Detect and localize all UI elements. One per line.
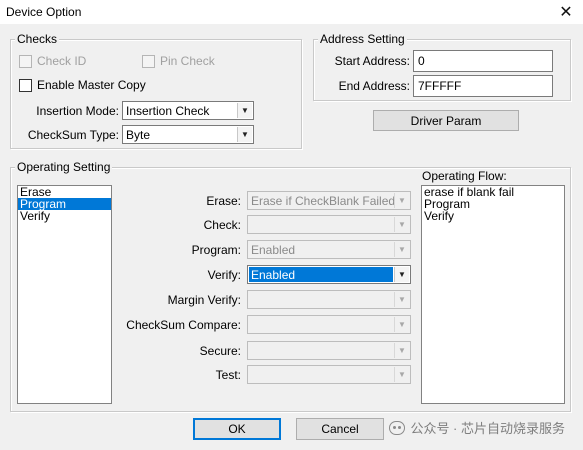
test-select[interactable]: ▼ [247, 365, 411, 384]
verify-value: Enabled [249, 267, 393, 282]
verify-select[interactable]: Enabled ▼ [247, 265, 411, 284]
chevron-down-icon: ▼ [394, 217, 409, 232]
margin-verify-select[interactable]: ▼ [247, 290, 411, 309]
pin-check-box [142, 54, 155, 68]
check-label: Check: [203, 218, 241, 232]
pin-check-checkbox[interactable]: Pin Check [142, 54, 215, 68]
program-label: Program: [191, 243, 241, 257]
pin-check-label: Pin Check [160, 54, 215, 68]
checksum-compare-label: CheckSum Compare: [126, 318, 241, 332]
check-id-label: Check ID [37, 54, 87, 68]
checks-group-title: Checks [15, 32, 60, 46]
chevron-down-icon: ▼ [394, 267, 409, 282]
margin-verify-label: Margin Verify: [167, 293, 241, 307]
wechat-icon [389, 420, 406, 435]
operating-flow-title: Operating Flow: [422, 169, 507, 183]
enable-master-copy-label: Enable Master Copy [37, 78, 146, 92]
list-item[interactable]: Verify [18, 210, 111, 222]
insertion-mode-value: Insertion Check [126, 104, 210, 118]
ok-button[interactable]: OK [193, 418, 281, 440]
title-bar: Device Option ✕ [0, 0, 583, 24]
chevron-down-icon: ▼ [394, 317, 409, 332]
checksum-type-select[interactable]: Byte ▼ [122, 125, 254, 144]
address-setting-title: Address Setting [318, 32, 407, 46]
program-value: Enabled [251, 243, 296, 257]
chevron-down-icon: ▼ [394, 343, 409, 358]
checksum-compare-select[interactable]: ▼ [247, 315, 411, 334]
start-address-label: Start Address: [334, 54, 410, 68]
watermark: 公众号 · 芯片自动烧录服务 [389, 418, 565, 437]
start-address-input[interactable] [413, 50, 553, 72]
checksum-type-label: CheckSum Type: [27, 128, 119, 142]
secure-label: Secure: [199, 344, 241, 358]
watermark-text: 公众号 · 芯片自动烧录服务 [410, 421, 565, 436]
erase-label: Erase: [206, 194, 241, 208]
chevron-down-icon: ▼ [394, 193, 409, 208]
verify-label: Verify: [207, 268, 241, 282]
chevron-down-icon: ▼ [394, 292, 409, 307]
erase-select[interactable]: Erase if CheckBlank Failed ▼ [247, 191, 411, 210]
list-item: Verify [424, 209, 455, 223]
driver-param-button[interactable]: Driver Param [373, 110, 519, 131]
chevron-down-icon: ▼ [394, 242, 409, 257]
erase-value: Erase if CheckBlank Failed [251, 194, 396, 208]
chevron-down-icon: ▼ [237, 127, 252, 142]
test-label: Test: [215, 368, 241, 382]
insertion-mode-label: Insertion Mode: [36, 104, 119, 118]
insertion-mode-select[interactable]: Insertion Check ▼ [122, 101, 254, 120]
check-id-checkbox[interactable]: Check ID [19, 54, 86, 68]
enable-master-copy-box [19, 78, 32, 92]
program-select[interactable]: Enabled ▼ [247, 240, 411, 259]
secure-select[interactable]: ▼ [247, 341, 411, 360]
operating-flow-list[interactable]: erase if blank fail Program Verify [421, 185, 565, 404]
check-select[interactable]: ▼ [247, 215, 411, 234]
close-button[interactable]: ✕ [555, 3, 577, 21]
close-icon: ✕ [559, 4, 573, 21]
end-address-label: End Address: [338, 79, 410, 93]
chevron-down-icon: ▼ [237, 103, 252, 118]
end-address-input[interactable] [413, 75, 553, 97]
cancel-button[interactable]: Cancel [296, 418, 384, 440]
chevron-down-icon: ▼ [394, 367, 409, 382]
check-id-box [19, 54, 32, 68]
operation-list[interactable]: Erase Program Verify [17, 185, 112, 404]
window-title: Device Option [6, 5, 82, 19]
operating-setting-title: Operating Setting [15, 160, 113, 174]
enable-master-copy-checkbox[interactable]: Enable Master Copy [19, 78, 146, 92]
checksum-type-value: Byte [126, 128, 151, 142]
